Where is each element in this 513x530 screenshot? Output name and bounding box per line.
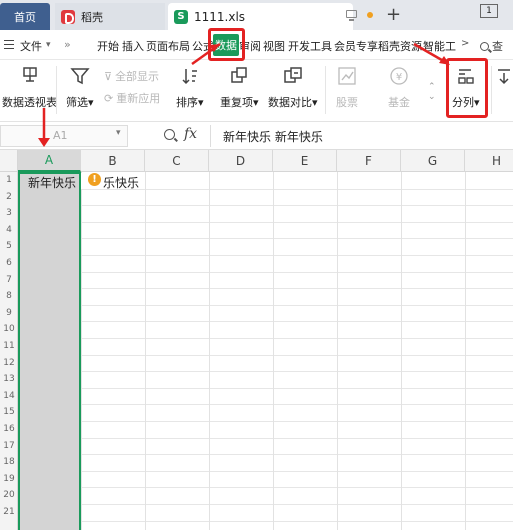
- annotation-arrowhead-column: [38, 138, 50, 147]
- annotation-arrows: [38, 42, 450, 147]
